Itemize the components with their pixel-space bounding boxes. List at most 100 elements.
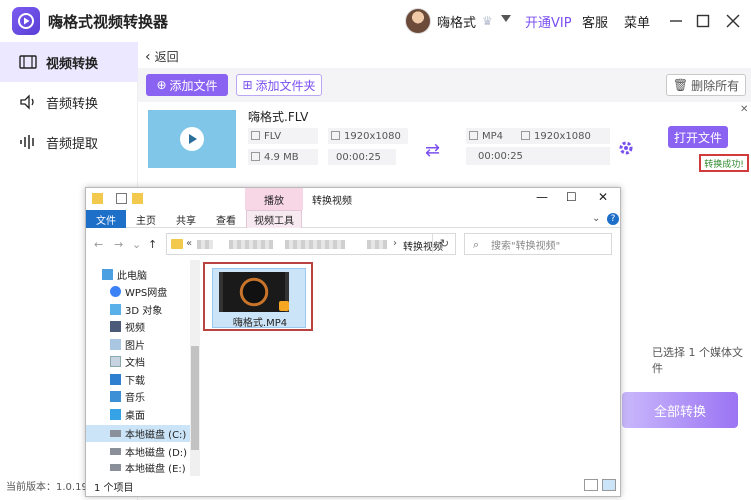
address-bar[interactable]: « › 转换视频 ⌄ [166,233,507,255]
tab-video-tools[interactable]: 视频工具 [246,210,302,228]
back-button[interactable]: ‹ 返回 [145,48,179,65]
search-placeholder: 搜索"转换视频" [491,240,561,252]
target-duration: 00:00:25 [466,147,610,165]
nav-item-label: 文档 [125,358,145,369]
sidebar-item-audio-convert[interactable]: 音频转换 [0,82,138,122]
maximize-icon[interactable] [692,10,714,32]
resolution-icon [331,131,340,140]
audio-convert-icon [18,92,38,112]
refresh-icon[interactable]: ↻ [432,233,456,253]
vip-link[interactable]: 开通VIP [525,12,572,31]
nav-item-3d-objects[interactable]: 3D 对象 [86,301,190,318]
blurred-path [229,240,273,249]
cloud-icon [110,286,121,297]
nav-scrollbar[interactable] [190,260,200,476]
nav-item-videos[interactable]: 视频 [86,318,190,335]
address-row: ← → ⌄ ↑ « › 转换视频 ⌄ ↻ ⌕ 搜索"转换视频" [86,229,620,259]
file-item[interactable]: 嗨格式.MP4 [203,262,313,331]
nav-item-label: 图片 [125,341,145,352]
source-resolution-value: 1920x1080 [344,130,401,142]
sidebar-item-label: 视频转换 [46,56,99,72]
sidebar-item-label: 音频提取 [46,136,99,152]
video-folder-icon [110,321,121,332]
explorer-title: 转换视频 [312,196,352,207]
music-folder-icon [110,391,121,402]
format-icon [251,131,260,140]
details-view-icon[interactable] [584,479,598,491]
explorer-status-bar: 1 个项目 [86,476,620,496]
add-file-button[interactable]: ⊕ 添加文件 [146,74,228,96]
chevron-right-icon: › [393,238,397,249]
chevron-down-icon[interactable] [501,15,511,22]
username[interactable]: 嗨格式 [437,12,476,31]
nav-item-pictures[interactable]: 图片 [86,336,190,353]
file-item-selection[interactable]: 嗨格式.MP4 [212,268,306,329]
nav-item-downloads[interactable]: 下载 [86,371,190,388]
minimize-icon[interactable] [665,10,687,32]
tab-file[interactable]: 文件 [86,210,126,228]
sidebar-item-video-convert[interactable]: 视频转换 [0,42,138,82]
scrollbar-thumb[interactable] [191,346,199,450]
nav-item-label: 视频 [125,323,145,334]
cube-icon [110,304,121,315]
app-window: 嗨格式视频转换器 嗨格式 ♛ 开通VIP 客服 菜单 视频转换 音频转换 音频提… [0,0,751,500]
nav-item-drive-d[interactable]: 本地磁盘 (D:) [86,443,190,460]
status-badge: 转换成功! [699,154,749,172]
avatar[interactable] [405,8,431,34]
tab-view[interactable]: 查看 [210,210,242,228]
menu-link[interactable]: 菜单 [624,12,650,31]
nav-item-desktop[interactable]: 桌面 [86,406,190,423]
breadcrumb-overflow-icon[interactable]: « [186,238,192,249]
tab-play[interactable]: 播放 [245,188,303,210]
file-item-label: 嗨格式.MP4 [232,318,288,329]
chevron-down-icon[interactable]: ⌄ [592,213,600,224]
nav-item-label: 下载 [125,376,145,387]
target-format[interactable]: MP4 [466,128,526,144]
large-icons-view-icon[interactable] [602,479,616,491]
add-folder-button[interactable]: ⊞ 添加文件夹 [236,74,322,96]
target-resolution-value: 1920x1080 [534,130,591,142]
add-file-label: 添加文件 [169,78,218,93]
nav-item-label: 此电脑 [117,271,147,282]
help-icon[interactable]: ? [607,213,619,225]
app-title: 嗨格式视频转换器 [48,13,169,31]
remove-file-icon[interactable]: ✕ [740,104,748,115]
nav-item-documents[interactable]: 文档 [86,353,190,370]
nav-item-drive-c[interactable]: 本地磁盘 (C:) [86,425,190,442]
nav-item-drive-e[interactable]: 本地磁盘 (E:) [86,460,190,474]
new-folder-icon[interactable] [132,193,143,204]
close-icon[interactable]: ✕ [598,190,608,204]
nav-item-this-pc[interactable]: 此电脑 [86,266,190,283]
back-label: 返回 [154,50,179,64]
document-folder-icon [110,356,121,367]
computer-icon [102,269,113,280]
search-input[interactable]: ⌕ 搜索"转换视频" [464,233,612,255]
drive-icon [110,430,121,437]
tab-share[interactable]: 共享 [170,210,202,228]
minimize-icon[interactable]: — [536,190,548,204]
source-resolution: 1920x1080 [328,128,408,144]
folder-add-icon: ⊞ [242,78,253,92]
forward-arrow-icon[interactable]: → [114,238,123,251]
play-badge-icon [279,301,289,311]
up-arrow-icon[interactable]: ↑ [148,238,157,251]
nav-item-music[interactable]: 音乐 [86,388,190,405]
maximize-icon[interactable]: ☐ [566,190,577,204]
nav-item-label: WPS网盘 [125,288,168,299]
user-info[interactable]: 嗨格式 ♛ [405,8,498,34]
recent-dropdown-icon[interactable]: ⌄ [132,238,141,251]
tab-home[interactable]: 主页 [130,210,162,228]
delete-all-button[interactable]: 🗑 删除所有 [666,74,746,96]
properties-icon[interactable] [116,193,127,204]
drive-icon [110,463,121,471]
open-file-button[interactable]: 打开文件 [668,126,728,148]
close-icon[interactable] [722,10,744,32]
play-icon[interactable] [180,127,204,151]
delete-all-label: 删除所有 [691,78,740,93]
sidebar-item-audio-extract[interactable]: 音频提取 [0,122,138,162]
service-link[interactable]: 客服 [582,12,608,31]
gear-icon[interactable] [617,139,635,157]
nav-item-wps-drive[interactable]: WPS网盘 [86,283,190,300]
back-arrow-icon[interactable]: ← [94,238,103,251]
convert-all-button[interactable]: 全部转换 [622,392,738,428]
